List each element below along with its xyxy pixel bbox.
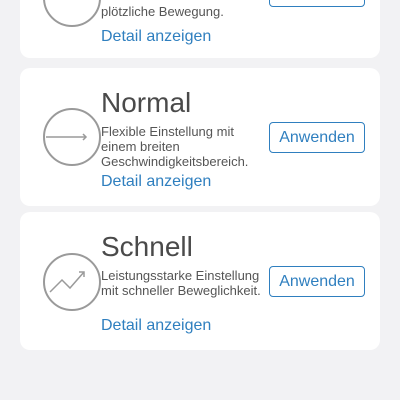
mode-card-slow: plötzliche Bewegung. Detail anzeigen: [20, 0, 380, 58]
detail-link[interactable]: Detail anzeigen: [101, 28, 211, 46]
mode-description: Flexible Einstellung mit einem breiten G…: [101, 124, 249, 169]
arrow-line-icon: [42, 107, 102, 167]
apply-button[interactable]: Anwenden: [269, 266, 365, 297]
mode-title: Normal: [101, 87, 192, 118]
mode-card-normal: Normal Flexible Einstellung mit einem br…: [20, 68, 380, 206]
mode-description: Leistungsstarke Einstellung mit schnelle…: [101, 268, 261, 298]
mode-title: Schnell: [101, 231, 193, 262]
apply-button[interactable]: [269, 0, 365, 7]
slow-mode-icon: [42, 0, 102, 28]
mode-description: plötzliche Bewegung.: [101, 4, 224, 19]
apply-button[interactable]: Anwenden: [269, 122, 365, 153]
mode-card-fast: Schnell Leistungsstarke Einstellung mit …: [20, 212, 380, 350]
zigzag-arrow-icon: [42, 252, 102, 312]
detail-link[interactable]: Detail anzeigen: [101, 173, 211, 191]
detail-link[interactable]: Detail anzeigen: [101, 317, 211, 335]
